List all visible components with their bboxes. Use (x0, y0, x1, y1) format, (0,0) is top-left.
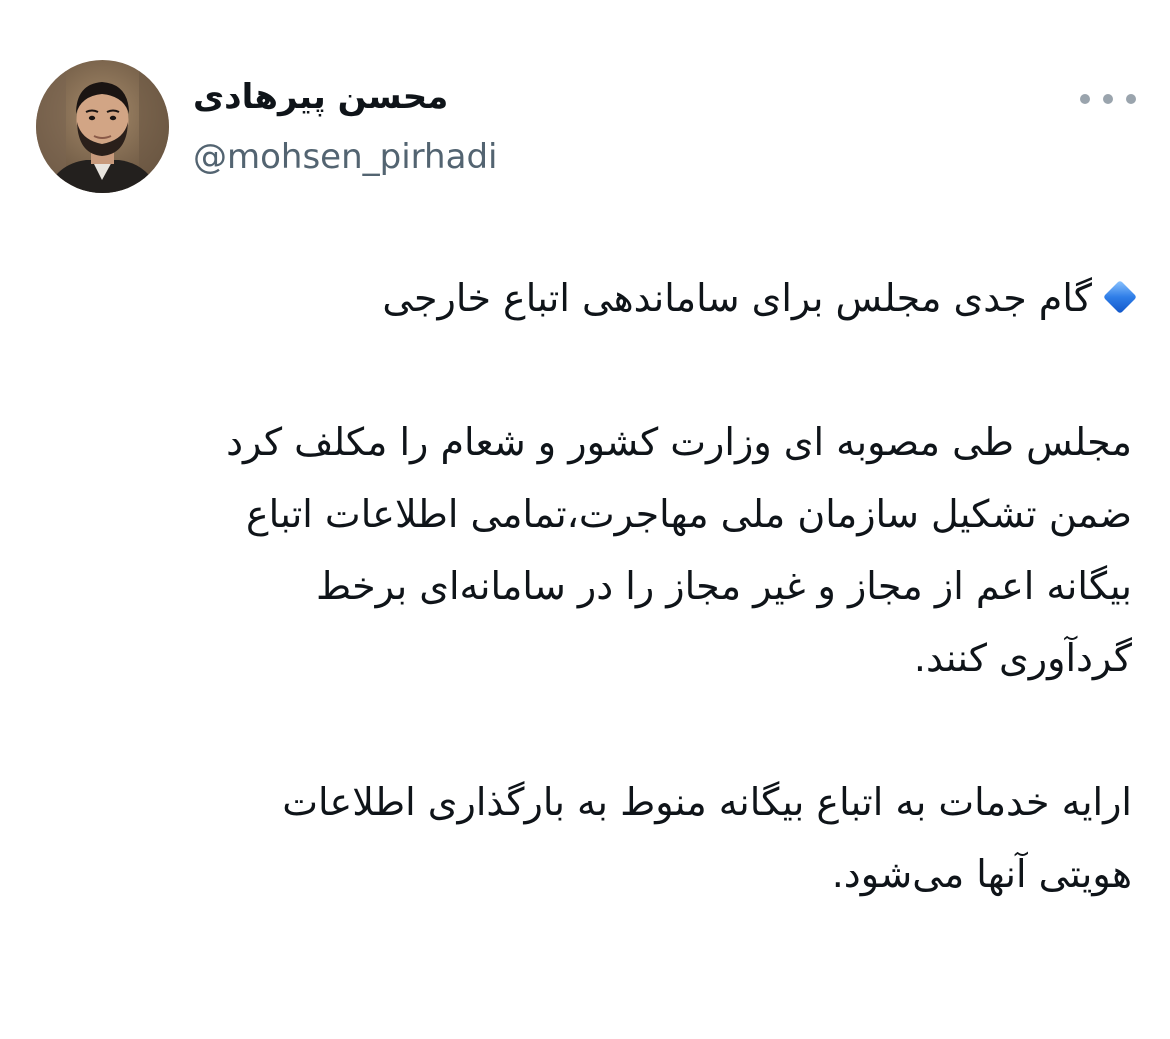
profile-photo-icon (36, 60, 169, 193)
dot (1103, 94, 1113, 104)
headline: گام جدی مجلس برای ساماندهی اتباع خارجی (40, 262, 1137, 334)
paragraph-line: هویتی آنها می‌شود. (831, 852, 1132, 896)
dot (1080, 94, 1090, 104)
headline-text: گام جدی مجلس برای ساماندهی اتباع خارجی (382, 276, 1092, 320)
paragraph-line: مجلس طی مصوبه ای وزارت کشور و شعام را مک… (226, 420, 1132, 464)
dot (1126, 94, 1136, 104)
paragraph-line: ضمن تشکیل سازمان ملی مهاجرت،تمامی اطلاعا… (245, 492, 1132, 536)
display-name[interactable]: محسن پیرهادی (193, 74, 497, 120)
tweet-card: محسن پیرهادی @mohsen_pirhadi گام جدی مجل… (0, 0, 1170, 1039)
more-dots-icon[interactable] (1080, 86, 1136, 112)
paragraph-line: گردآوری کنند. (913, 636, 1132, 680)
author-block[interactable]: محسن پیرهادی @mohsen_pirhadi (193, 74, 497, 180)
avatar[interactable] (36, 60, 169, 193)
blue-diamond-icon (1103, 279, 1137, 314)
paragraph-line: ارایه خدمات به اتباع بیگانه منوط به بارگ… (282, 780, 1132, 824)
tweet-text: گام جدی مجلس برای ساماندهی اتباع خارجی م… (40, 262, 1137, 910)
paragraph-line: بیگانه اعم از مجاز و غیر مجاز را در ساما… (316, 564, 1132, 608)
user-handle[interactable]: @mohsen_pirhadi (193, 134, 497, 180)
